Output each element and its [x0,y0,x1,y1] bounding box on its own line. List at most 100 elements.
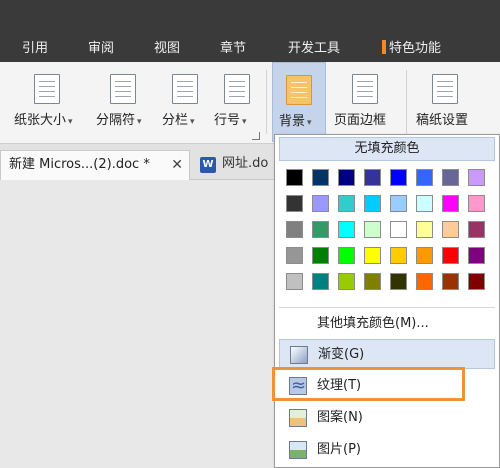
tab-section[interactable]: 章节 [218,36,248,62]
more-fill-colors-option[interactable]: 其他填充颜色(M)... [279,309,495,339]
gradient-icon [290,346,308,364]
picture-label: 图片(P) [317,442,361,457]
color-swatch[interactable] [416,247,433,264]
pattern-label: 图案(N) [317,410,363,425]
color-swatch[interactable] [442,169,459,186]
document-tab-active[interactable]: 新建 Micros...(2).doc * ✕ [0,150,190,180]
columns-button[interactable]: 分栏 ▾ [160,62,208,142]
close-icon[interactable]: ✕ [171,151,183,179]
no-fill-color-option[interactable]: 无填充颜色 [279,137,495,161]
color-swatch[interactable] [468,195,485,212]
color-swatch[interactable] [338,221,355,238]
separator-icon [110,74,136,104]
tab-special-features[interactable]: 特色功能 [380,36,443,62]
texture-option[interactable]: 纹理(T) [279,371,495,401]
ribbon-divider [266,70,267,134]
tab-references[interactable]: 引用 [20,36,50,62]
color-swatch[interactable] [364,221,381,238]
chevron-down-icon: ▾ [137,117,142,127]
chevron-down-icon: ▾ [68,117,73,127]
background-button[interactable]: 背景 ▾ [272,62,326,142]
paper-size-label: 纸张大小 [14,113,67,128]
chevron-down-icon: ▾ [242,117,247,127]
color-swatch[interactable] [416,221,433,238]
gradient-label: 渐变(G) [318,347,365,362]
color-swatch[interactable] [468,221,485,238]
color-swatch[interactable] [442,247,459,264]
color-swatch[interactable] [312,169,329,186]
color-swatch[interactable] [416,273,433,290]
gradient-option[interactable]: 渐变(G) [279,339,495,369]
color-swatch[interactable] [286,221,303,238]
color-swatch[interactable] [286,247,303,264]
columns-label: 分栏 [162,113,189,128]
tab-view[interactable]: 视图 [152,36,182,62]
color-swatch[interactable] [338,273,355,290]
color-swatch[interactable] [390,195,407,212]
more-fill-colors-label: 其他填充颜色(M)... [317,316,429,331]
color-swatch[interactable] [390,169,407,186]
page-border-label: 页面边框 [334,113,387,128]
separator-button[interactable]: 分隔符 ▾ [92,62,156,142]
document-tab-title: 网址.do [222,156,269,171]
texture-label: 纹理(T) [317,378,362,393]
line-number-icon [224,74,250,104]
color-swatch[interactable] [390,273,407,290]
line-number-label: 行号 [214,113,241,128]
chevron-down-icon: ▾ [190,117,195,127]
separator-label: 分隔符 [96,113,136,128]
color-swatch[interactable] [390,221,407,238]
tab-review[interactable]: 审阅 [86,36,116,62]
color-swatch[interactable] [468,169,485,186]
color-swatch[interactable] [416,169,433,186]
manuscript-icon [432,74,458,104]
background-label: 背景 [279,114,306,129]
picture-option[interactable]: 图片(P) [279,435,495,465]
color-swatch[interactable] [312,195,329,212]
color-swatch[interactable] [364,169,381,186]
columns-icon [172,74,198,104]
page-border-icon [352,74,378,104]
page-border-button[interactable]: 页面边框 [330,62,400,142]
pattern-icon [289,409,307,427]
menu-divider [279,307,495,308]
word-doc-icon: W [200,157,216,173]
color-swatch[interactable] [364,273,381,290]
tab-developer[interactable]: 开发工具 [286,36,342,62]
ribbon-divider [406,70,407,134]
pattern-option[interactable]: 图案(N) [279,403,495,433]
color-swatch[interactable] [442,221,459,238]
color-swatch[interactable] [312,247,329,264]
color-swatch[interactable] [442,273,459,290]
color-swatch[interactable] [286,169,303,186]
color-swatch[interactable] [442,195,459,212]
dialog-launcher-icon[interactable] [252,132,260,140]
background-icon [286,75,312,105]
background-dropdown-menu: 无填充颜色 其他填充颜色(M)... 渐变(G) 纹理(T) 图案(N) 图片(… [274,134,500,468]
color-swatch[interactable] [338,195,355,212]
color-swatch[interactable] [364,247,381,264]
manuscript-settings-button[interactable]: 稿纸设置 [412,62,478,142]
ribbon: 纸张大小 ▾ 分隔符 ▾ 分栏 ▾ 行号 ▾ 背景 ▾ 页面边框 稿纸设置 [0,62,500,144]
line-number-button[interactable]: 行号 ▾ [212,62,260,142]
color-swatch[interactable] [312,273,329,290]
paper-size-button[interactable]: 纸张大小 ▾ [10,62,82,142]
color-swatch[interactable] [338,247,355,264]
color-swatch[interactable] [338,169,355,186]
color-swatch[interactable] [364,195,381,212]
color-swatch[interactable] [286,195,303,212]
special-feature-mark [382,40,386,54]
picture-icon [289,441,307,459]
color-swatch[interactable] [468,273,485,290]
menu-bar: 引用 审阅 视图 章节 开发工具 特色功能 [0,0,500,62]
document-tab[interactable]: W 网址.do [196,150,286,180]
color-swatch[interactable] [312,221,329,238]
chevron-down-icon: ▾ [307,118,312,128]
tab-special-features-label: 特色功能 [389,41,442,56]
color-swatch[interactable] [286,273,303,290]
color-swatch[interactable] [468,247,485,264]
paper-size-icon [34,74,60,104]
color-swatch[interactable] [416,195,433,212]
document-tab-title: 新建 Micros...(2).doc * [9,157,150,172]
color-swatch[interactable] [390,247,407,264]
